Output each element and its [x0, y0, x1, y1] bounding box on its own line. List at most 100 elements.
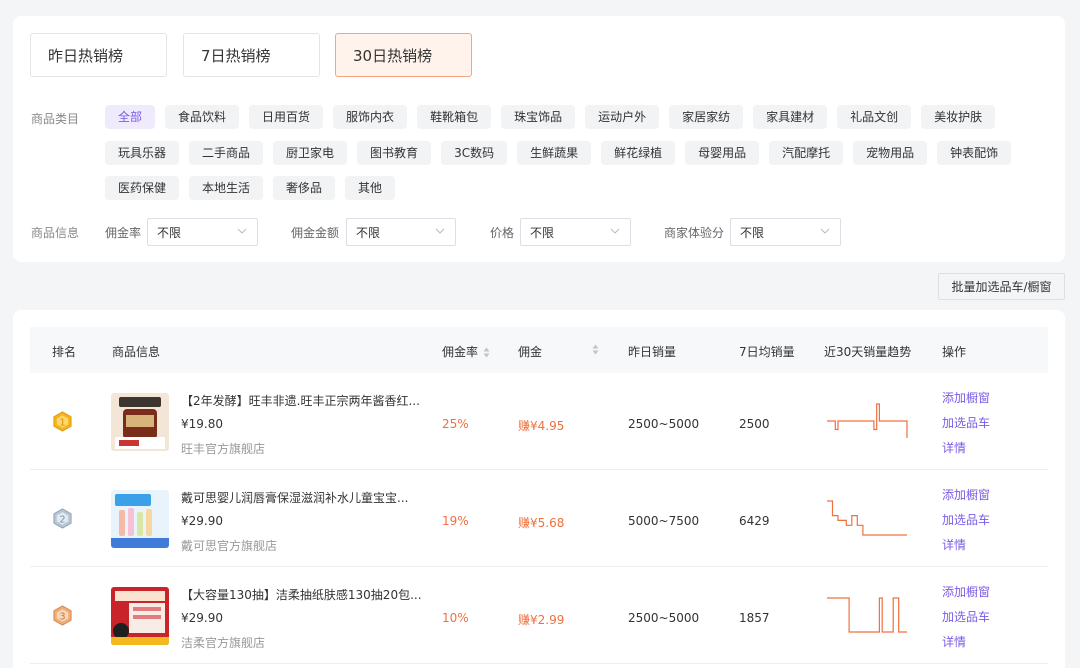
- tab-7day-hot[interactable]: 7日热销榜: [183, 33, 320, 77]
- category-chip[interactable]: 食品饮料: [165, 105, 240, 129]
- sort-icon: [483, 347, 490, 358]
- product-1-image: [111, 393, 169, 451]
- category-row: 全部 食品饮料 日用百货 服饰内衣 鞋靴箱包 珠宝饰品 运动户外 家居家纺 家具建材 礼品文创 美妆…: [105, 105, 1053, 129]
- add-cart-link[interactable]: 加选品车: [942, 608, 990, 625]
- table-row: 2 戴可思婴儿润唇膏保湿滋润补水儿童宝宝... ¥29.90 戴可思官方旗舰店 …: [30, 470, 1048, 567]
- rank-number: 3: [59, 611, 65, 622]
- product-image[interactable]: [111, 587, 169, 645]
- chevron-down-icon: [820, 228, 830, 234]
- category-chip[interactable]: 运动户外: [585, 105, 660, 129]
- tab-yesterday-hot[interactable]: 昨日热销榜: [30, 33, 167, 77]
- shop-name: 旺丰官方旗舰店: [181, 442, 266, 456]
- silver-medal-icon: 2: [53, 508, 72, 529]
- commission-rate: 10%: [442, 611, 469, 625]
- product-info-label: 商品信息: [31, 226, 80, 240]
- commission-rate: 19%: [442, 514, 469, 528]
- add-cart-link[interactable]: 加选品车: [942, 414, 990, 431]
- sort-icon[interactable]: [592, 344, 599, 355]
- rank-number: 2: [59, 514, 65, 525]
- commission-rate-label: 佣金率: [105, 226, 142, 240]
- category-chip[interactable]: 医药保健: [105, 176, 180, 200]
- category-chip[interactable]: 二手商品: [189, 140, 264, 165]
- details-link[interactable]: 详情: [942, 439, 966, 456]
- commission-amount: 赚¥4.95: [518, 419, 565, 433]
- batch-add-button[interactable]: 批量加选品车/橱窗: [938, 273, 1065, 300]
- category-chip[interactable]: 日用百货: [249, 105, 324, 129]
- bronze-medal-icon: 3: [53, 605, 72, 626]
- category-chip[interactable]: 钟表配饰: [937, 140, 1012, 165]
- price-label: 价格: [490, 226, 515, 240]
- category-chip[interactable]: 礼品文创: [837, 105, 912, 129]
- select-value: 不限: [356, 225, 381, 240]
- chevron-down-icon: [237, 228, 247, 234]
- product-price: ¥19.80: [181, 417, 223, 431]
- product-name[interactable]: 【大容量130抽】洁柔抽纸肤感130抽20包...: [181, 586, 422, 603]
- rank-number: 1: [59, 417, 65, 428]
- price-select[interactable]: 不限: [520, 218, 631, 246]
- category-chip[interactable]: 生鲜蔬果: [517, 140, 592, 165]
- product-price: ¥29.90: [181, 611, 223, 625]
- category-row: 玩具乐器 二手商品 厨卫家电 图书教育 3C数码 生鲜蔬果 鲜花绿植 母婴用品 汽配摩托 宠物用品…: [105, 140, 1053, 165]
- product-name[interactable]: 【2年发酵】旺丰非遗.旺丰正宗两年酱香红...: [181, 392, 420, 409]
- product-price: ¥29.90: [181, 514, 223, 528]
- category-chip[interactable]: 图书教育: [357, 140, 432, 165]
- header-commission-rate[interactable]: 佣金率: [442, 343, 490, 360]
- commission-rate-select[interactable]: 不限: [147, 218, 258, 246]
- category-chip[interactable]: 珠宝饰品: [501, 105, 576, 129]
- gold-medal-icon: 1: [53, 411, 72, 432]
- details-link[interactable]: 详情: [942, 536, 966, 553]
- category-chip[interactable]: 美妆护肤: [921, 105, 996, 129]
- category-chip[interactable]: 服饰内衣: [333, 105, 408, 129]
- add-showcase-link[interactable]: 添加橱窗: [942, 389, 990, 406]
- category-chip[interactable]: 家居家纺: [669, 105, 744, 129]
- category-chip[interactable]: 全部: [105, 105, 156, 129]
- add-showcase-link[interactable]: 添加橱窗: [942, 486, 990, 503]
- chevron-down-icon: [610, 228, 620, 234]
- sales-trend-sparkline: [827, 500, 907, 536]
- category-chip[interactable]: 家具建材: [753, 105, 828, 129]
- product-2-image: [111, 490, 169, 548]
- category-chip[interactable]: 鞋靴箱包: [417, 105, 492, 129]
- category-label: 商品类目: [31, 112, 80, 126]
- seven-day-avg-sales: 2500: [739, 417, 770, 431]
- commission-amount: 赚¥5.68: [518, 516, 565, 530]
- add-showcase-link[interactable]: 添加橱窗: [942, 583, 990, 600]
- select-value: 不限: [740, 225, 765, 240]
- header-commission[interactable]: 佣金: [518, 343, 542, 360]
- category-chip[interactable]: 鲜花绿植: [601, 140, 676, 165]
- tab-30day-hot[interactable]: 30日热销榜: [335, 33, 472, 77]
- commission-amount-label: 佣金金额: [291, 226, 340, 240]
- yesterday-sales: 2500~5000: [628, 417, 700, 431]
- category-chip[interactable]: 厨卫家电: [273, 140, 348, 165]
- shop-name: 洁柔官方旗舰店: [181, 636, 266, 650]
- add-cart-link[interactable]: 加选品车: [942, 511, 990, 528]
- merchant-score-select[interactable]: 不限: [730, 218, 841, 246]
- header-7day-avg-sales: 7日均销量: [739, 345, 795, 359]
- category-row: 医药保健 本地生活 奢侈品 其他: [105, 176, 1053, 200]
- product-name[interactable]: 戴可思婴儿润唇膏保湿滋润补水儿童宝宝...: [181, 489, 408, 506]
- table-row: 3 【大容量130抽】洁柔抽纸肤感130抽20包... ¥29.90 洁柔官方旗…: [30, 567, 1048, 664]
- header-label: 佣金率: [442, 345, 479, 359]
- commission-amount: 赚¥2.99: [518, 613, 565, 627]
- chevron-down-icon: [435, 228, 445, 234]
- category-chip[interactable]: 母婴用品: [685, 140, 760, 165]
- product-image[interactable]: [111, 393, 169, 451]
- product-image[interactable]: [111, 490, 169, 548]
- category-list: 全部 食品饮料 日用百货 服饰内衣 鞋靴箱包 珠宝饰品 运动户外 家居家纺 家具建材 礼品文创 美妆…: [105, 105, 1053, 212]
- category-chip[interactable]: 本地生活: [189, 176, 264, 200]
- details-link[interactable]: 详情: [942, 633, 966, 650]
- category-chip[interactable]: 宠物用品: [853, 140, 928, 165]
- table-header: 排名 商品信息 佣金率 佣金 昨日销量 7日均销量 近30天销量趋势 操作: [30, 327, 1048, 373]
- category-chip[interactable]: 玩具乐器: [105, 140, 180, 165]
- header-30day-trend: 近30天销量趋势: [824, 345, 912, 359]
- category-chip[interactable]: 奢侈品: [273, 176, 336, 200]
- ranking-table: 排名 商品信息 佣金率 佣金 昨日销量 7日均销量 近30天销量趋势 操作 1: [13, 310, 1065, 668]
- commission-amount-select[interactable]: 不限: [346, 218, 456, 246]
- category-chip[interactable]: 汽配摩托: [769, 140, 844, 165]
- select-value: 不限: [530, 225, 555, 240]
- category-chip[interactable]: 3C数码: [441, 140, 508, 165]
- seven-day-avg-sales: 1857: [739, 611, 770, 625]
- category-chip[interactable]: 其他: [345, 176, 396, 200]
- sales-trend-sparkline: [827, 403, 908, 438]
- shop-name: 戴可思官方旗舰店: [181, 539, 278, 553]
